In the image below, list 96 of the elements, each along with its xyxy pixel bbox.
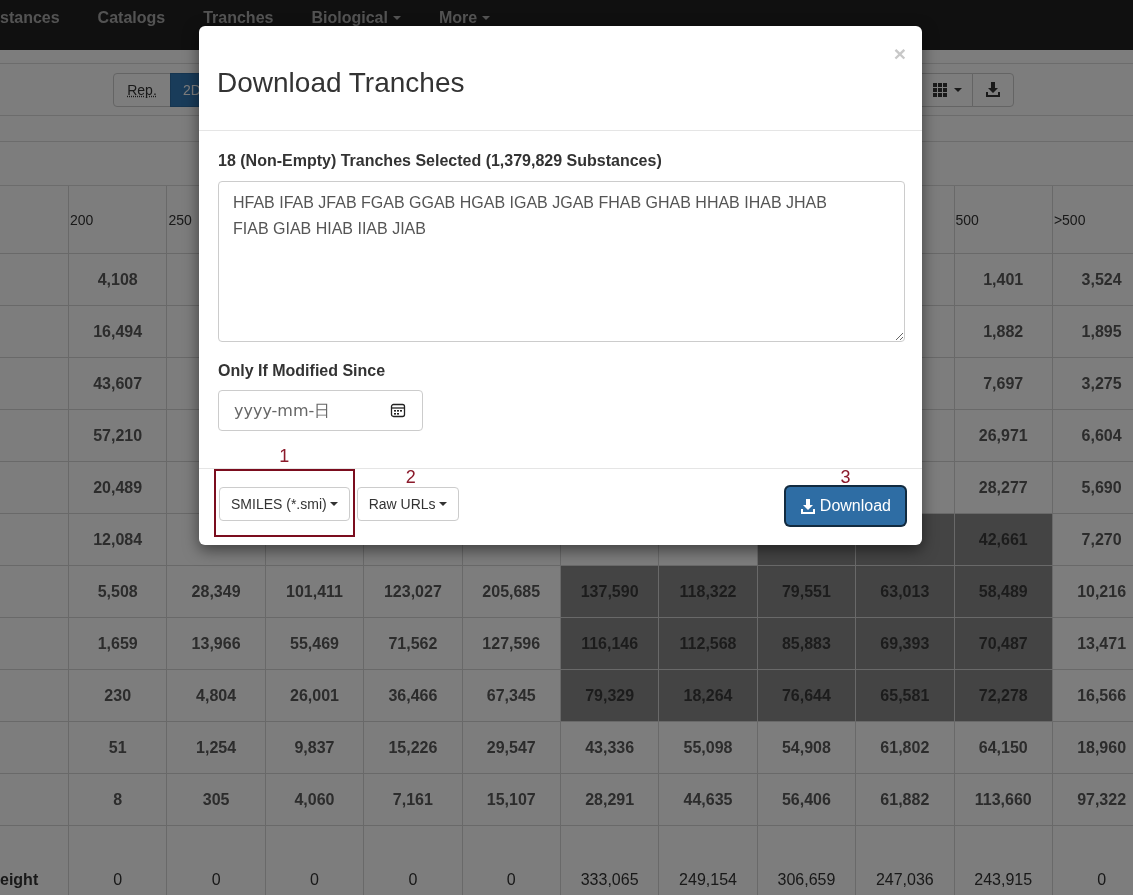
table-cell: 5,690 xyxy=(1052,462,1133,514)
table-cell: 1,401 xyxy=(954,254,1053,306)
table-cell: 9,837 xyxy=(265,722,365,774)
calendar-icon xyxy=(390,402,406,418)
annotation-number: 3 xyxy=(840,468,851,486)
total-cell: 247,036 xyxy=(875,871,934,889)
column-header: 500 xyxy=(955,211,979,228)
table-cell: 15,226 xyxy=(364,722,463,774)
table-cell: 6,604 xyxy=(1052,410,1133,462)
nav-link[interactable]: Catalogs xyxy=(78,7,185,29)
view-toggle-button[interactable]: Rep. xyxy=(113,72,171,107)
table-cell: 127,596 xyxy=(462,618,561,670)
table-cell: 7,697 xyxy=(954,358,1053,410)
table-cell: 55,098 xyxy=(659,722,758,774)
nav-link[interactable]: Tranches xyxy=(184,7,293,29)
row-label: eight xyxy=(0,871,39,889)
table-cell: 51 xyxy=(69,722,168,774)
total-cell: 0 xyxy=(506,871,516,889)
table-cell: 16,566 xyxy=(1052,670,1133,722)
table-cell: 36,466 xyxy=(364,670,463,722)
total-cell: 0 xyxy=(113,871,123,889)
table-cell: 1,895 xyxy=(1052,306,1133,358)
download-icon xyxy=(799,498,816,514)
table-cell: 44,635 xyxy=(659,774,758,826)
table-cell: 3,524 xyxy=(1052,254,1133,306)
format-dropdown-button[interactable]: Raw URLs xyxy=(356,487,459,521)
grid-icon xyxy=(932,82,947,97)
table-cell: 18,960 xyxy=(1052,722,1133,774)
table-cell: 26,001 xyxy=(265,670,365,722)
table-cell: 61,882 xyxy=(856,774,955,826)
table-cell: 123,027 xyxy=(364,566,463,618)
table-cell: 64,150 xyxy=(954,722,1053,774)
table-cell: 29,547 xyxy=(462,722,561,774)
table-cell: 67,345 xyxy=(462,670,561,722)
table-cell: 4,108 xyxy=(69,254,168,306)
table-cell: 28,291 xyxy=(560,774,660,826)
table-cell: 43,336 xyxy=(560,722,660,774)
download-icon xyxy=(985,82,1001,97)
nav-link[interactable]: stances xyxy=(0,7,79,29)
total-cell: 0 xyxy=(408,871,418,889)
close-button[interactable]: × xyxy=(893,42,906,66)
date-field[interactable]: yyyy-mm-日 xyxy=(218,390,423,431)
table-cell: 20,489 xyxy=(69,462,168,514)
column-header: >500 xyxy=(1053,211,1086,228)
field-label: Only If Modified Since xyxy=(218,361,387,381)
table-cell: 13,471 xyxy=(1052,618,1133,670)
total-cell: 0 xyxy=(1097,871,1107,889)
table-cell: 7,270 xyxy=(1052,514,1133,566)
total-cell: 249,154 xyxy=(679,871,737,889)
table-cell: 305 xyxy=(167,774,266,826)
table-cell: 10,216 xyxy=(1052,566,1133,618)
table-cell: 55,469 xyxy=(265,618,365,670)
nav-link[interactable]: More xyxy=(419,7,510,29)
download-button[interactable]: Download xyxy=(785,487,905,525)
table-cell: 71,562 xyxy=(364,618,463,670)
table-cell: 5,508 xyxy=(69,566,168,618)
table-cell: 26,971 xyxy=(954,410,1053,462)
total-cell: 333,065 xyxy=(580,871,639,889)
total-cell: 0 xyxy=(211,871,221,889)
annotation-number: 1 xyxy=(279,447,290,465)
table-cell: 230 xyxy=(69,670,168,722)
table-cell: 8 xyxy=(69,774,168,826)
table-cell: 205,685 xyxy=(462,566,561,618)
table-cell: 61,802 xyxy=(856,722,955,774)
table-cell: 54,908 xyxy=(757,722,857,774)
grid-dropdown-button[interactable] xyxy=(921,72,973,107)
table-cell: 101,411 xyxy=(265,566,365,618)
table-cell: 57,210 xyxy=(69,410,168,462)
table-cell: 16,494 xyxy=(69,306,168,358)
table-cell: 1,659 xyxy=(69,618,168,670)
format-dropdown-button[interactable]: SMILES (*.smi) xyxy=(219,487,350,521)
table-cell: 113,660 xyxy=(954,774,1053,826)
table-cell: 56,406 xyxy=(757,774,857,826)
table-cell: 15,107 xyxy=(462,774,561,826)
modal-title: Download Tranches xyxy=(217,67,466,99)
table-cell: 97,322 xyxy=(1052,774,1133,826)
table-cell: 1,254 xyxy=(167,722,266,774)
selection-summary: 18 (Non-Empty) Tranches Selected (1,379,829 Substances) xyxy=(218,151,663,171)
table-cell: 12,084 xyxy=(69,514,168,566)
nav-link[interactable]: Biological xyxy=(292,7,420,29)
table-cell: 4,060 xyxy=(265,774,365,826)
download-button[interactable] xyxy=(972,72,1014,107)
annotation-number: 2 xyxy=(405,468,416,486)
table-cell: 3,275 xyxy=(1052,358,1133,410)
tranche-list-field[interactable]: HFAB IFAB JFAB FGAB GGAB HGAB IGAB JGAB FHAB GHAB HHAB IHAB JHAB FIAB GIAB HIAB IIAB JIAB xyxy=(218,181,905,342)
column-header: 200 xyxy=(70,211,94,228)
column-header: 250 xyxy=(168,211,192,228)
table-cell: 4,804 xyxy=(167,670,266,722)
table-cell: 1,882 xyxy=(954,306,1053,358)
total-cell: 306,659 xyxy=(777,871,836,889)
table-cell: 43,607 xyxy=(69,358,168,410)
table-cell: 13,966 xyxy=(167,618,266,670)
table-cell: 7,161 xyxy=(364,774,463,826)
table-cell: 28,349 xyxy=(167,566,266,618)
total-cell: 243,915 xyxy=(974,871,1033,889)
total-cell: 0 xyxy=(310,871,319,889)
